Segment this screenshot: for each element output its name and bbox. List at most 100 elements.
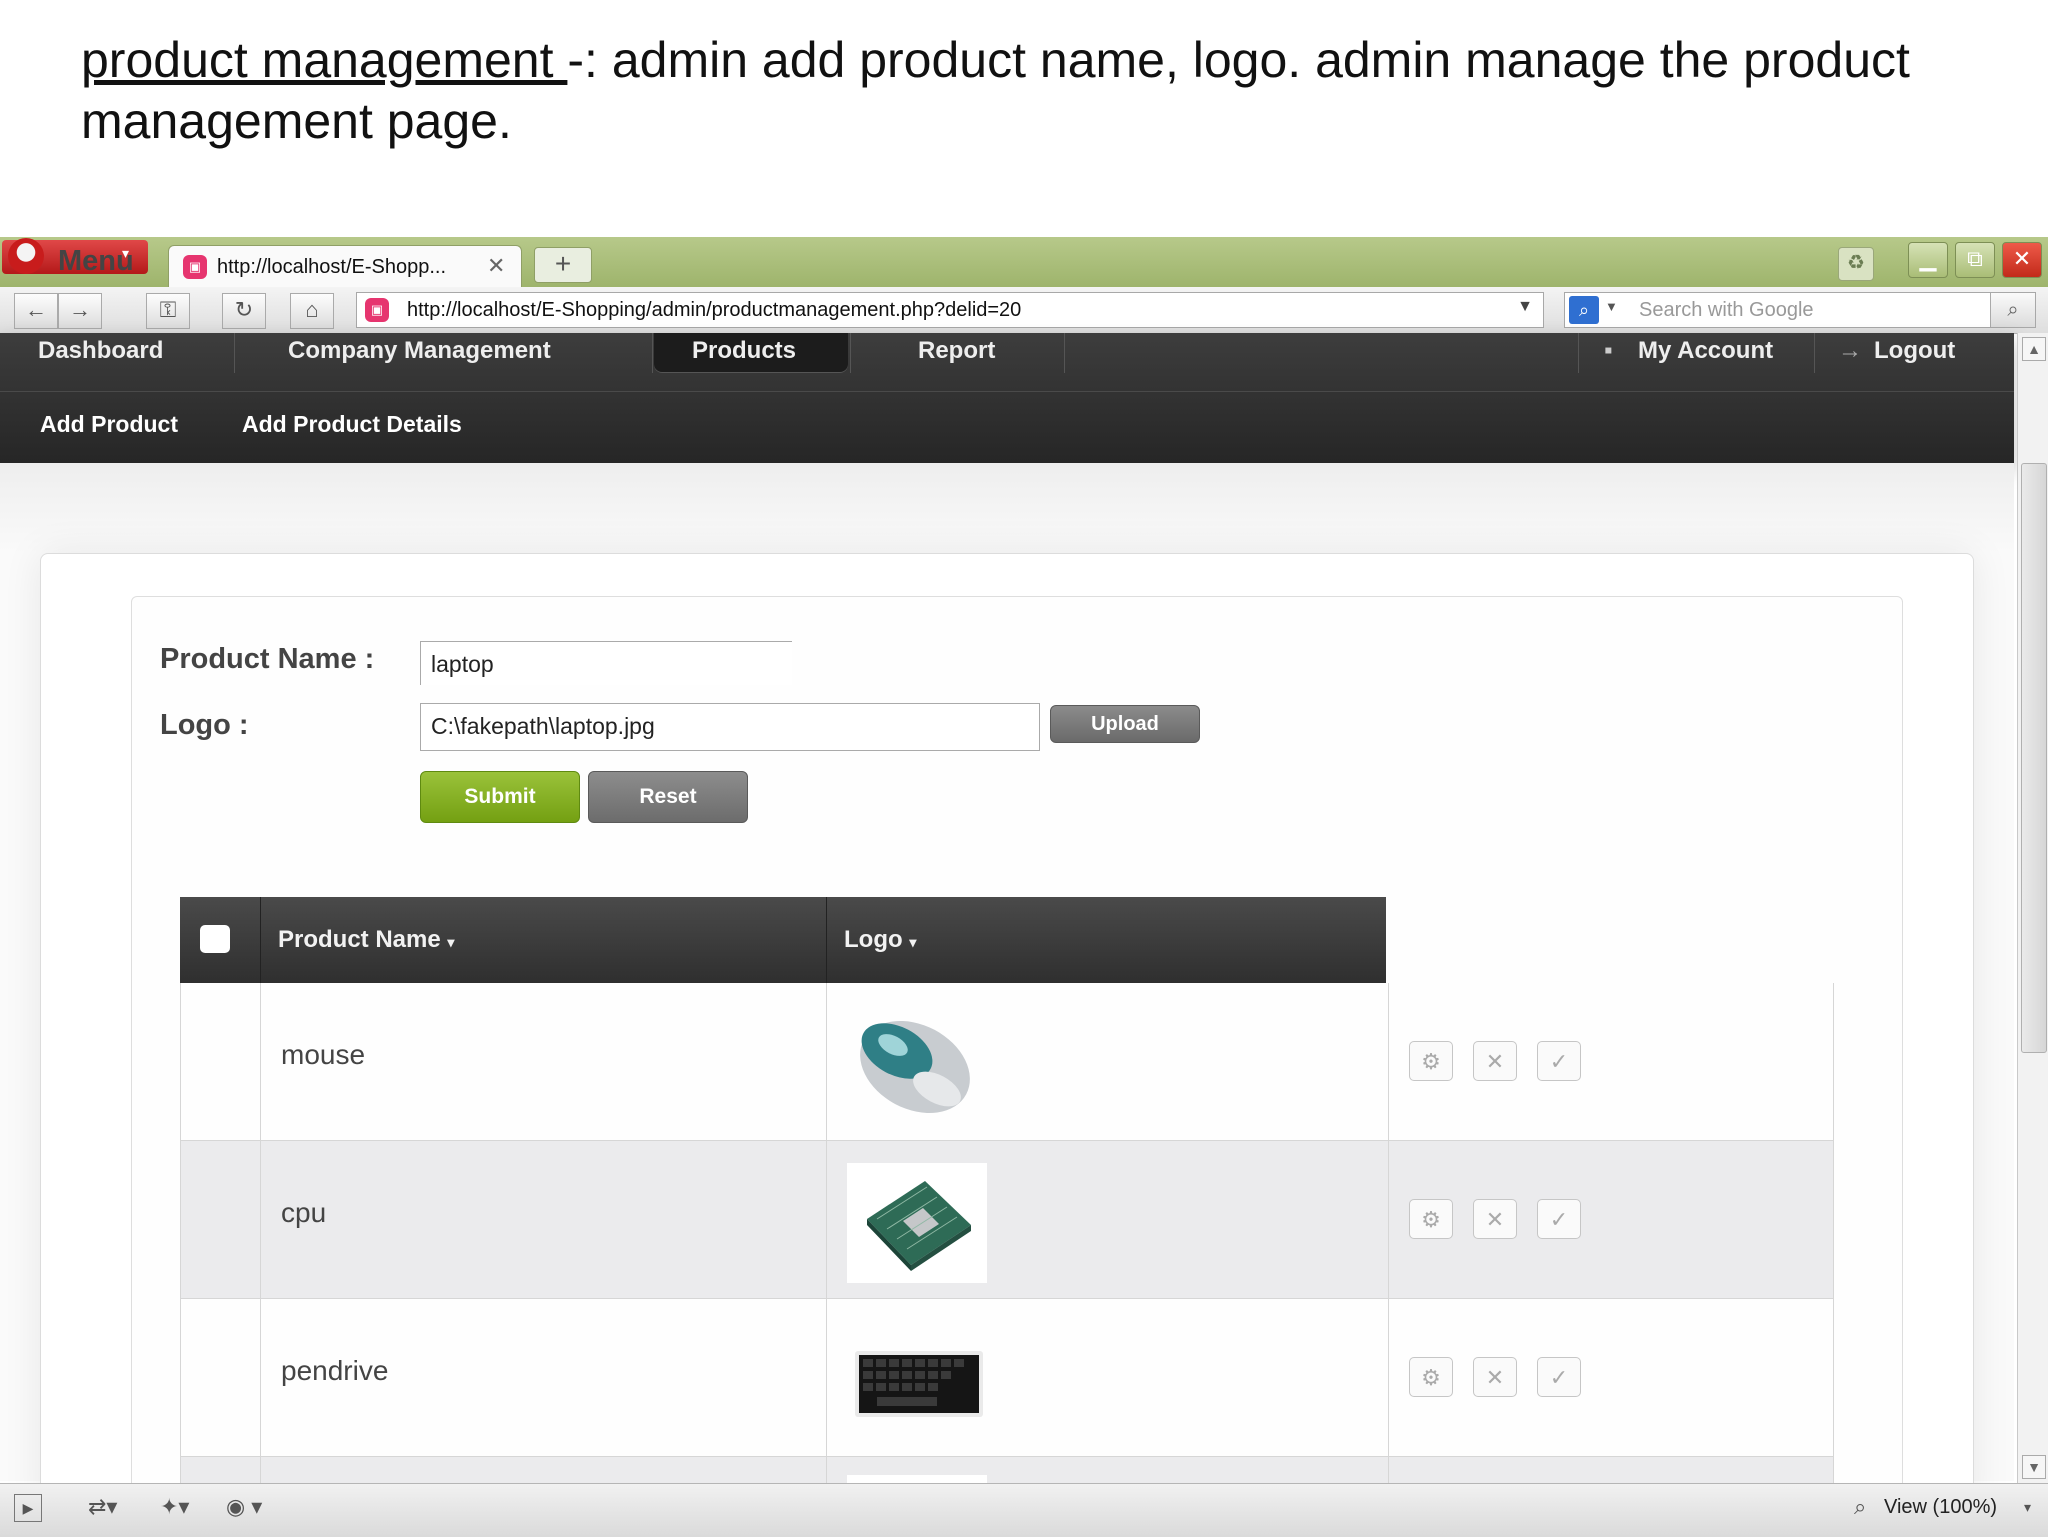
- nav-my-account[interactable]: My Account: [1638, 333, 1773, 373]
- cell-divider: [260, 983, 261, 1140]
- delete-x-icon[interactable]: ✕: [1473, 1357, 1517, 1397]
- back-button[interactable]: ←: [14, 293, 58, 329]
- settings-gear-icon[interactable]: ⚙: [1409, 1357, 1453, 1397]
- search-engine-icon[interactable]: ⌕: [1569, 296, 1599, 324]
- close-window-button[interactable]: ✕: [2002, 242, 2042, 278]
- user-icon: ▪: [1604, 337, 1613, 364]
- search-go-icon[interactable]: ⌕: [1990, 293, 2035, 327]
- key-icon[interactable]: ⚿: [146, 293, 190, 329]
- nav-divider: [1578, 333, 1579, 373]
- search-placeholder: Search with Google: [1639, 299, 1814, 321]
- product-name-cell: cpu: [281, 1197, 327, 1228]
- page-favicon-icon: ▣: [183, 255, 207, 279]
- nav-divider: [1814, 333, 1815, 373]
- product-name-label: Product Name :: [160, 643, 375, 675]
- tab-title: http://localhost/E-Shopp...: [217, 256, 447, 278]
- address-bar[interactable]: ▣ http://localhost/E-Shopping/admin/prod…: [356, 292, 1544, 328]
- close-tab-icon[interactable]: ✕: [487, 253, 505, 279]
- browser-window: Menu ▾ ▣ http://localhost/E-Shopp... ✕ +…: [0, 237, 2048, 1537]
- page-content: Product Name : laptop Logo : C:\fakepath…: [0, 463, 2014, 1515]
- product-name-input[interactable]: laptop: [420, 641, 792, 685]
- zoom-icon: ⌕: [1854, 1494, 1867, 1519]
- new-tab-button[interactable]: +: [534, 247, 592, 283]
- url-text: http://localhost/E-Shopping/admin/produc…: [407, 299, 1022, 321]
- column-header-label: Logo: [844, 926, 903, 953]
- restore-button[interactable]: ⧉: [1955, 242, 1995, 278]
- logo-label: Logo :: [160, 709, 249, 741]
- product-name-cell: pendrive: [281, 1355, 389, 1386]
- home-button[interactable]: ⌂: [290, 293, 334, 329]
- scrollbar-thumb[interactable]: [2021, 463, 2047, 1053]
- column-header-product-name[interactable]: Product Name ▾: [278, 897, 454, 983]
- vertical-scrollbar[interactable]: ▲ ▼: [2017, 333, 2048, 1483]
- cell-divider: [826, 1299, 827, 1456]
- approve-check-icon[interactable]: ✓: [1537, 1041, 1581, 1081]
- chevron-down-icon: ▾: [122, 245, 130, 261]
- table-header: Product Name ▾ Logo ▾: [180, 897, 1386, 983]
- nav-report[interactable]: Report: [918, 333, 995, 373]
- upload-button[interactable]: Upload: [1050, 705, 1200, 743]
- tab-bar: Menu ▾ ▣ http://localhost/E-Shopp... ✕ +…: [0, 237, 2048, 288]
- chevron-down-icon[interactable]: ▼: [1605, 299, 1618, 314]
- sort-caret-icon: ▾: [909, 934, 917, 950]
- header-divider: [260, 897, 261, 983]
- subnav-add-product-details[interactable]: Add Product Details: [242, 411, 462, 438]
- zoom-level[interactable]: View (100%): [1884, 1496, 1997, 1519]
- chevron-down-icon[interactable]: ▾: [2024, 1494, 2031, 1520]
- column-header-logo[interactable]: Logo ▾: [844, 897, 916, 983]
- product-name-cell: mouse: [281, 1039, 366, 1070]
- logo-file-input[interactable]: C:\fakepath\laptop.jpg: [420, 703, 1040, 751]
- search-box[interactable]: ⌕ ▼ Search with Google ⌕: [1564, 292, 2036, 328]
- keyboard-image: [855, 1351, 983, 1417]
- settings-gear-icon[interactable]: ⚙: [1409, 1199, 1453, 1239]
- subnav-add-product[interactable]: Add Product: [40, 411, 178, 438]
- panel-toggle-icon[interactable]: ▶: [14, 1494, 42, 1522]
- mouse-image: [860, 1020, 970, 1114]
- browser-menu-button[interactable]: Menu ▾: [2, 238, 148, 277]
- site-navigation: Dashboard Company Management Products Re…: [0, 333, 2014, 463]
- select-all-checkbox[interactable]: [200, 925, 230, 953]
- unite-icon[interactable]: ◉ ▾: [226, 1494, 262, 1520]
- nav-dashboard[interactable]: Dashboard: [38, 333, 163, 373]
- nav-logout[interactable]: Logout: [1874, 333, 1955, 373]
- approve-check-icon[interactable]: ✓: [1537, 1357, 1581, 1397]
- cell-divider: [260, 1299, 261, 1456]
- forward-button[interactable]: →: [58, 293, 102, 329]
- page-favicon-icon: ▣: [365, 298, 389, 322]
- delete-x-icon[interactable]: ✕: [1473, 1199, 1517, 1239]
- nav-divider: [234, 333, 235, 373]
- settings-gear-icon[interactable]: ⚙: [1409, 1041, 1453, 1081]
- reload-button[interactable]: ↻: [222, 293, 266, 329]
- scroll-up-arrow-icon[interactable]: ▲: [2022, 337, 2046, 361]
- browser-tab[interactable]: ▣ http://localhost/E-Shopp... ✕: [168, 245, 522, 288]
- nav-company-management[interactable]: Company Management: [288, 333, 551, 373]
- cell-divider: [826, 983, 827, 1140]
- url-dropdown-icon[interactable]: ▼: [1517, 298, 1533, 316]
- table-row: pendrive ⚙ ✕ ✓: [180, 1299, 1834, 1457]
- nav-products[interactable]: Products: [692, 333, 796, 373]
- share-icon[interactable]: ✦▾: [160, 1494, 189, 1520]
- content-panel: Product Name : laptop Logo : C:\fakepath…: [40, 553, 1974, 1515]
- nav-divider: [850, 333, 851, 373]
- address-toolbar: ← → ⚿ ↻ ⌂ ▣ http://localhost/E-Shopping/…: [0, 287, 2048, 334]
- opera-logo-icon: [8, 238, 44, 274]
- approve-check-icon[interactable]: ✓: [1537, 1199, 1581, 1239]
- reset-button[interactable]: Reset: [588, 771, 748, 823]
- trash-icon[interactable]: ♻: [1838, 247, 1874, 281]
- table-row: cpu ⚙ ✕ ✓: [180, 1141, 1834, 1299]
- header-divider: [826, 897, 827, 983]
- minimize-button[interactable]: ▁: [1908, 242, 1948, 278]
- logout-arrow-icon: →: [1838, 337, 1862, 364]
- slide-caption: product management -: admin add product …: [81, 30, 1981, 152]
- nav-divider: [1064, 333, 1065, 373]
- sort-caret-icon: ▾: [447, 934, 455, 950]
- status-bar: ▶ ⇄▾ ✦▾ ◉ ▾ ⌕ View (100%) ▾: [0, 1483, 2048, 1537]
- table-row: mouse ⚙ ✕ ✓: [180, 983, 1834, 1141]
- cell-divider: [1388, 1299, 1389, 1456]
- sync-icon[interactable]: ⇄▾: [88, 1494, 117, 1520]
- submit-button[interactable]: Submit: [420, 771, 580, 823]
- caption-title: product management: [81, 32, 568, 88]
- nav-divider-line: [0, 391, 2014, 392]
- delete-x-icon[interactable]: ✕: [1473, 1041, 1517, 1081]
- scroll-down-arrow-icon[interactable]: ▼: [2022, 1455, 2046, 1479]
